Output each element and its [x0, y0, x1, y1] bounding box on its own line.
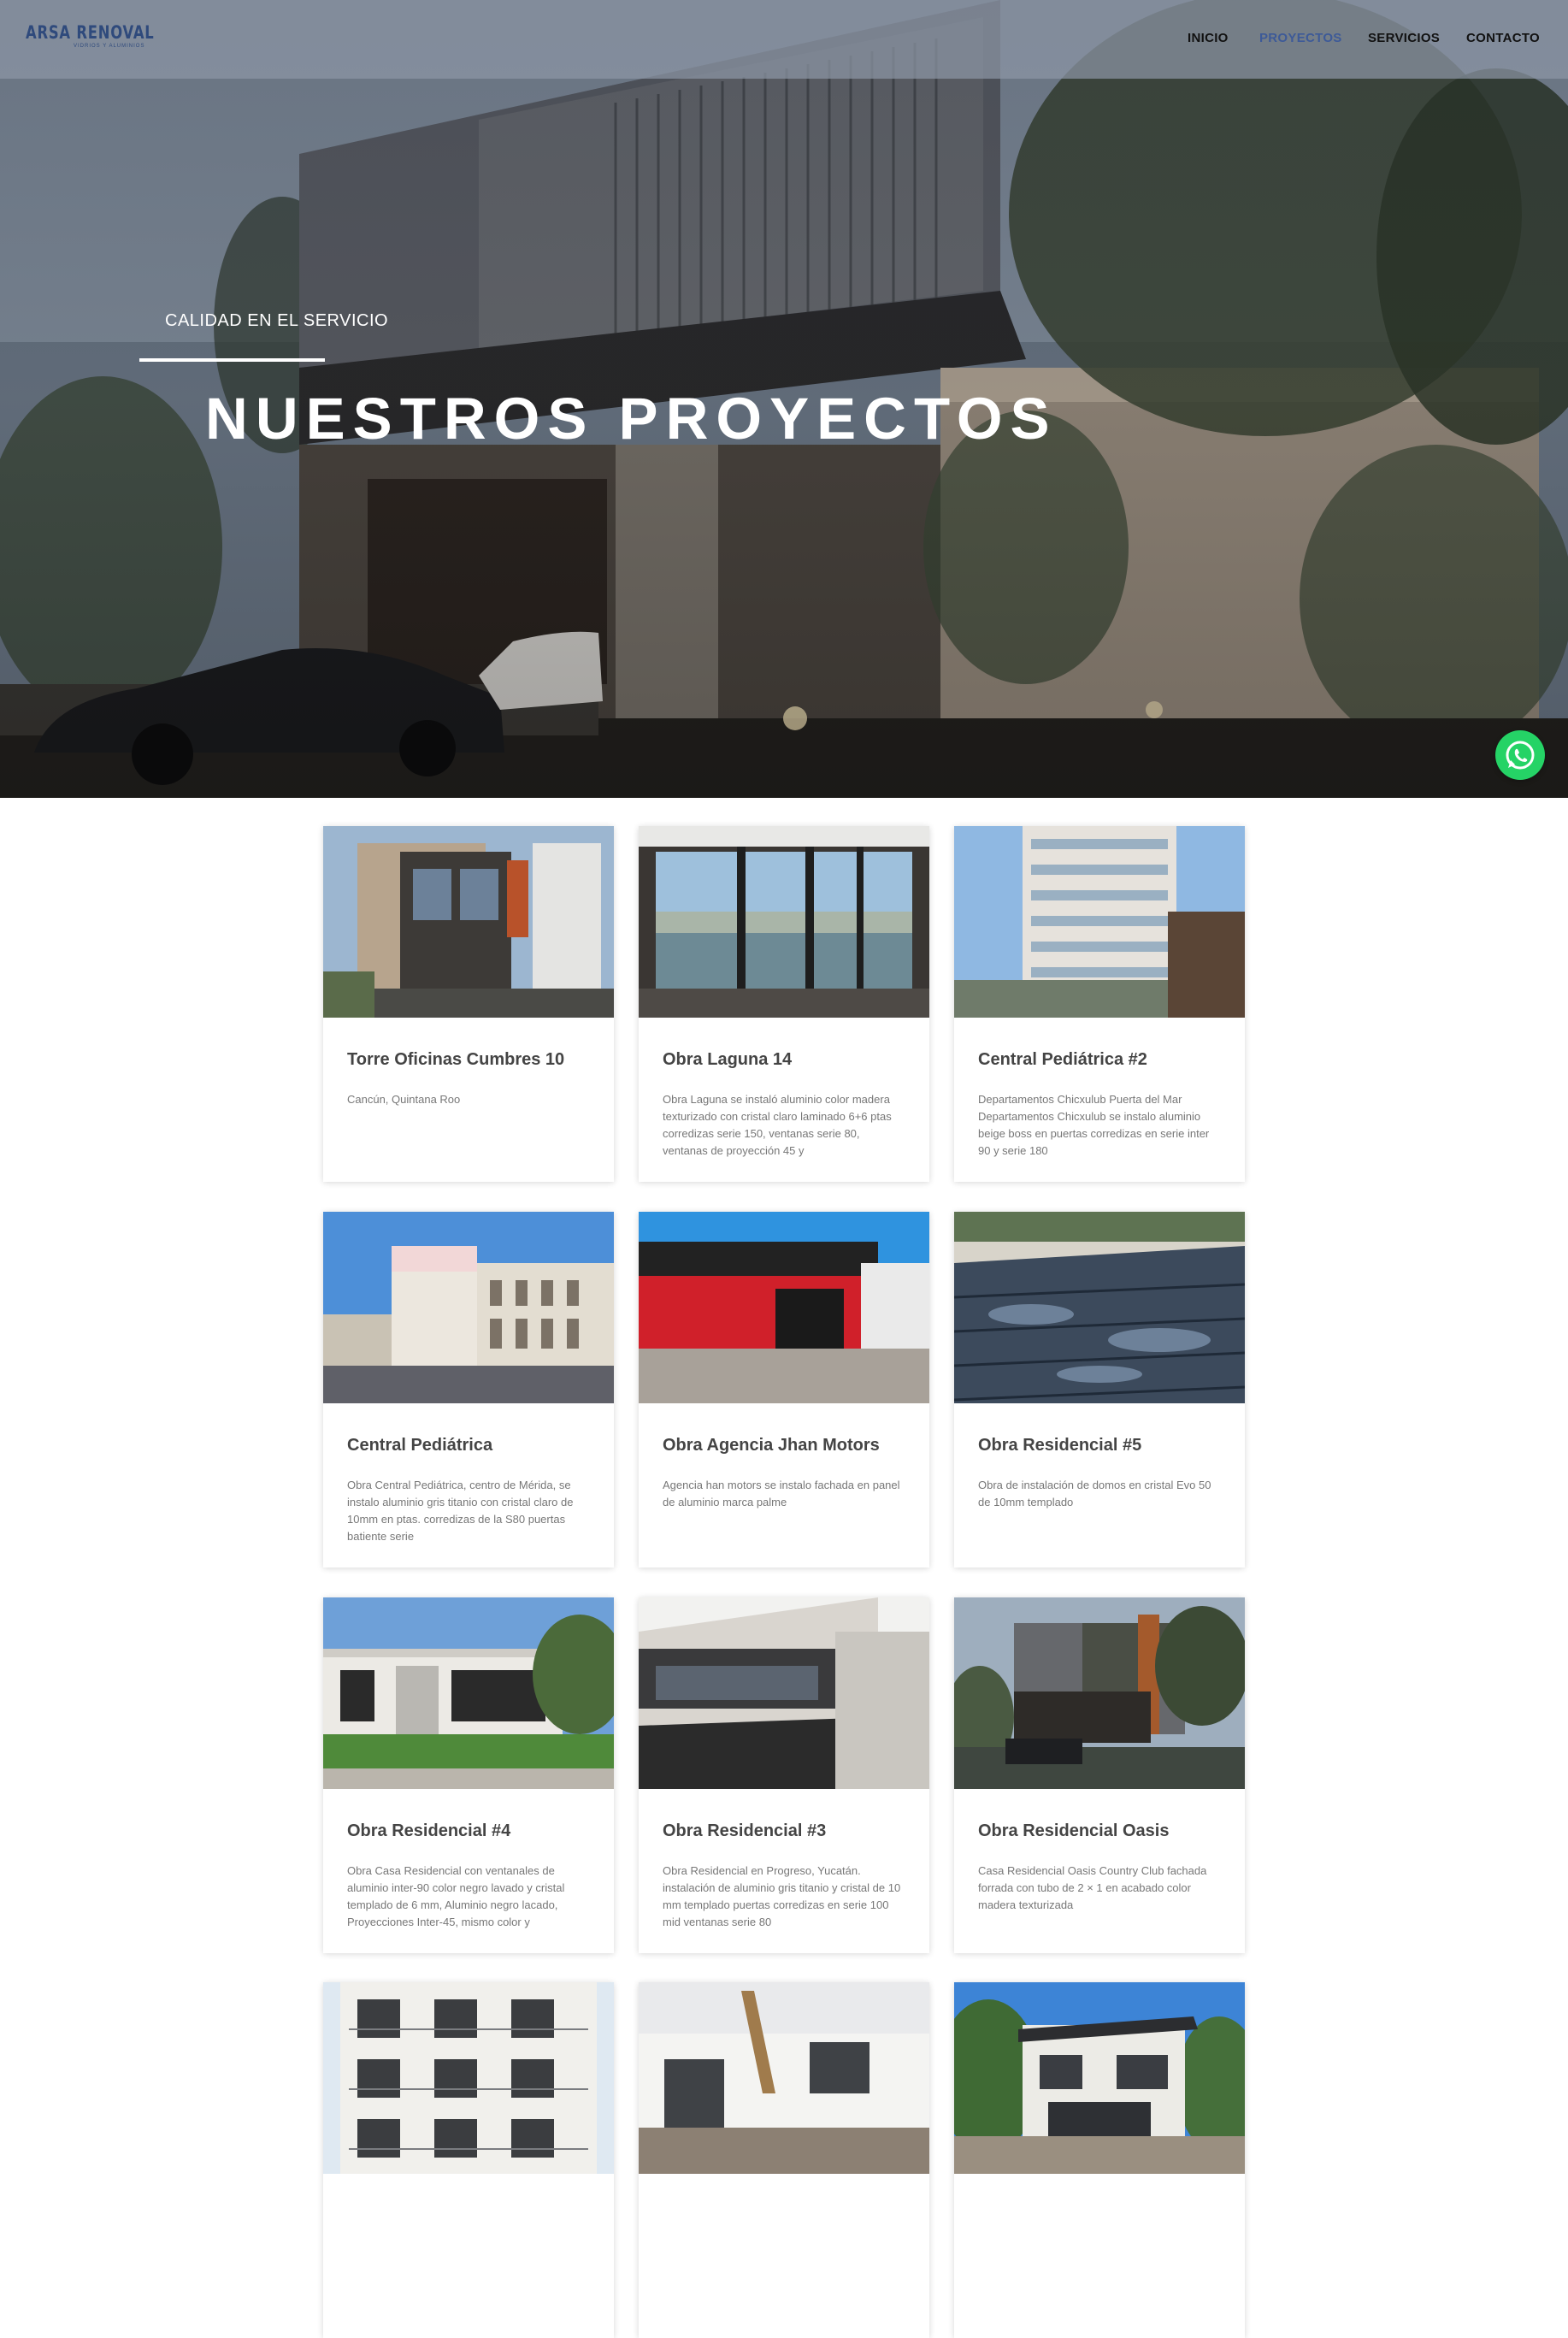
project-card[interactable]	[954, 1982, 1245, 2338]
project-image-tropical-villa[interactable]	[954, 1982, 1245, 2174]
project-card[interactable]: Obra Residencial Oasis Casa Residencial …	[954, 1597, 1245, 1953]
brand-tagline: VIDRIOS Y ALUMINIOS	[74, 44, 145, 49]
project-card[interactable]: Obra Residencial #3 Obra Residencial en …	[639, 1597, 929, 1953]
project-title[interactable]: Obra Laguna 14	[663, 1050, 912, 1070]
project-title[interactable]: Obra Residencial #3	[663, 1821, 912, 1841]
hero-divider	[139, 358, 325, 362]
nav-proyectos[interactable]: PROYECTOS	[1259, 31, 1342, 45]
project-title[interactable]: Central Pediátrica #2	[978, 1050, 1228, 1070]
project-card[interactable]	[323, 1982, 614, 2338]
brand-name: ARSA RENOVAL	[26, 22, 155, 43]
project-title[interactable]: Obra Residencial #4	[347, 1821, 597, 1841]
project-card[interactable]: Torre Oficinas Cumbres 10 Cancún, Quinta…	[323, 826, 614, 1182]
project-image-construction-site[interactable]	[639, 1982, 929, 2174]
project-description: Obra Casa Residencial con ventanales de …	[347, 1864, 565, 1928]
project-description: Cancún, Quintana Roo	[347, 1093, 461, 1106]
brand-logo[interactable]: ARSA RENOVAL VIDRIOS Y ALUMINIOS	[26, 22, 191, 49]
project-image-window-lagoon-view[interactable]	[639, 826, 929, 1018]
hero-kicker: CALIDAD EN EL SERVICIO	[165, 311, 389, 330]
project-description: Obra Residencial en Progreso, Yucatán. i…	[663, 1864, 901, 1928]
project-image-red-dealership[interactable]	[639, 1212, 929, 1403]
project-image-colonial-building[interactable]	[323, 1212, 614, 1403]
project-card[interactable]: Obra Residencial #4 Obra Casa Residencia…	[323, 1597, 614, 1953]
project-card[interactable]: Obra Agencia Jhan Motors Agencia han mot…	[639, 1212, 929, 1568]
project-title[interactable]: Torre Oficinas Cumbres 10	[347, 1050, 597, 1070]
project-image-modern-townhouse[interactable]	[323, 826, 614, 1018]
navbar: ARSA RENOVAL VIDRIOS Y ALUMINIOS INICIO …	[0, 0, 1568, 79]
project-description: Obra Central Pediátrica, centro de Mérid…	[347, 1479, 574, 1543]
project-image-apartment-tower[interactable]	[954, 826, 1245, 1018]
project-title[interactable]: Central Pediátrica	[347, 1436, 597, 1455]
project-description: Agencia han motors se instalo fachada en…	[663, 1479, 900, 1508]
project-image-dusk-residence[interactable]	[954, 1597, 1245, 1789]
project-title[interactable]: Obra Agencia Jhan Motors	[663, 1436, 912, 1455]
project-title[interactable]: Obra Residencial Oasis	[978, 1821, 1228, 1841]
nav-inicio[interactable]: INICIO	[1188, 31, 1229, 45]
nav-servicios[interactable]: SERVICIOS	[1368, 31, 1440, 45]
project-image-single-story-house[interactable]	[323, 1597, 614, 1789]
project-card[interactable]: Central Pediátrica #2 Departamentos Chic…	[954, 826, 1245, 1182]
project-title[interactable]: Obra Residencial #5	[978, 1436, 1228, 1455]
project-card[interactable]: Obra Laguna 14 Obra Laguna se instaló al…	[639, 826, 929, 1182]
project-card[interactable]: Obra Residencial #5 Obra de instalación …	[954, 1212, 1245, 1568]
project-image-white-apartments[interactable]	[323, 1982, 614, 2174]
whatsapp-icon	[1506, 741, 1535, 770]
whatsapp-button[interactable]	[1495, 730, 1545, 780]
project-description: Casa Residencial Oasis Country Club fach…	[978, 1864, 1207, 1911]
project-description: Obra Laguna se instaló aluminio color ma…	[663, 1093, 892, 1157]
project-card[interactable]	[639, 1982, 929, 2338]
nav-contacto[interactable]: CONTACTO	[1466, 31, 1540, 45]
project-card[interactable]: Central Pediátrica Obra Central Pediátri…	[323, 1212, 614, 1568]
project-image-modern-white-house[interactable]	[639, 1597, 929, 1789]
project-description: Departamentos Chicxulub Puerta del Mar D…	[978, 1093, 1210, 1157]
project-image-glass-dome[interactable]	[954, 1212, 1245, 1403]
hero-title: NUESTROS PROYECTOS	[205, 386, 1058, 452]
project-description: Obra de instalación de domos en cristal …	[978, 1479, 1211, 1508]
